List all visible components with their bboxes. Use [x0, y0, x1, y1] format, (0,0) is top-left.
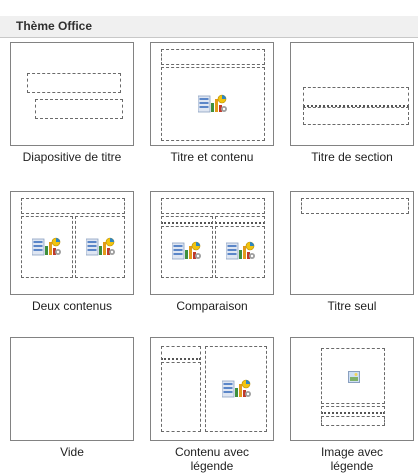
layout-thumbnail	[150, 42, 274, 146]
content-icon	[198, 94, 228, 114]
layout-contenu-avec-legende[interactable]: Contenu avec légende	[150, 337, 274, 473]
layout-label: Contenu avec légende	[174, 445, 250, 473]
layout-deux-contenus[interactable]: Deux contenus	[10, 191, 134, 313]
layout-label: Deux contenus	[31, 299, 113, 313]
theme-header: Thème Office	[0, 16, 418, 38]
caption-placeholder	[321, 416, 385, 426]
layout-vide[interactable]: Vide	[10, 337, 134, 459]
content-placeholder-right	[75, 216, 125, 278]
layout-titre-de-section[interactable]: Titre de section	[290, 42, 414, 164]
layout-thumbnail	[10, 191, 134, 295]
layout-thumbnail	[10, 42, 134, 146]
heading-placeholder-left	[161, 216, 213, 224]
layout-comparaison[interactable]: Comparaison	[150, 191, 274, 313]
layout-thumbnail	[290, 337, 414, 441]
layout-thumbnail	[150, 191, 274, 295]
content-placeholder	[161, 67, 265, 141]
theme-title: Thème Office	[16, 19, 93, 33]
layout-label: Diapositive de titre	[22, 150, 122, 164]
title-placeholder	[161, 198, 265, 214]
caption-placeholder	[161, 362, 201, 432]
title-placeholder	[27, 73, 121, 93]
content-placeholder	[205, 346, 267, 432]
layout-thumbnail	[10, 337, 134, 441]
heading-placeholder-right	[215, 216, 265, 224]
title-placeholder	[161, 346, 201, 360]
layout-label: Titre de section	[311, 150, 393, 164]
title-placeholder	[301, 198, 409, 214]
content-placeholder-right	[215, 226, 265, 278]
layout-thumbnail	[290, 42, 414, 146]
content-icon	[32, 237, 62, 257]
title-placeholder	[321, 406, 385, 414]
layout-label: Titre et contenu	[170, 150, 254, 164]
layout-thumbnail	[150, 337, 274, 441]
layout-titre-et-contenu[interactable]: Titre et contenu	[150, 42, 274, 164]
picture-placeholder	[321, 348, 385, 404]
title-placeholder	[21, 198, 125, 214]
content-icon	[226, 241, 256, 261]
content-icon	[172, 241, 202, 261]
layout-label: Vide	[60, 445, 84, 459]
text-placeholder	[303, 107, 409, 125]
content-placeholder-left	[21, 216, 73, 278]
subtitle-placeholder	[35, 99, 123, 119]
title-placeholder	[303, 87, 409, 107]
layout-image-avec-legende[interactable]: Image avec légende	[290, 337, 414, 473]
content-icon	[222, 379, 252, 399]
layout-thumbnail	[290, 191, 414, 295]
content-icon	[86, 237, 116, 257]
picture-icon	[348, 371, 360, 383]
layout-label: Comparaison	[176, 299, 248, 313]
layout-label: Titre seul	[327, 299, 377, 313]
layout-titre-seul[interactable]: Titre seul	[290, 191, 414, 313]
title-placeholder	[161, 49, 265, 65]
layout-label: Image avec légende	[320, 445, 384, 473]
content-placeholder-left	[161, 226, 213, 278]
layout-diapositive-de-titre[interactable]: Diapositive de titre	[10, 42, 134, 164]
